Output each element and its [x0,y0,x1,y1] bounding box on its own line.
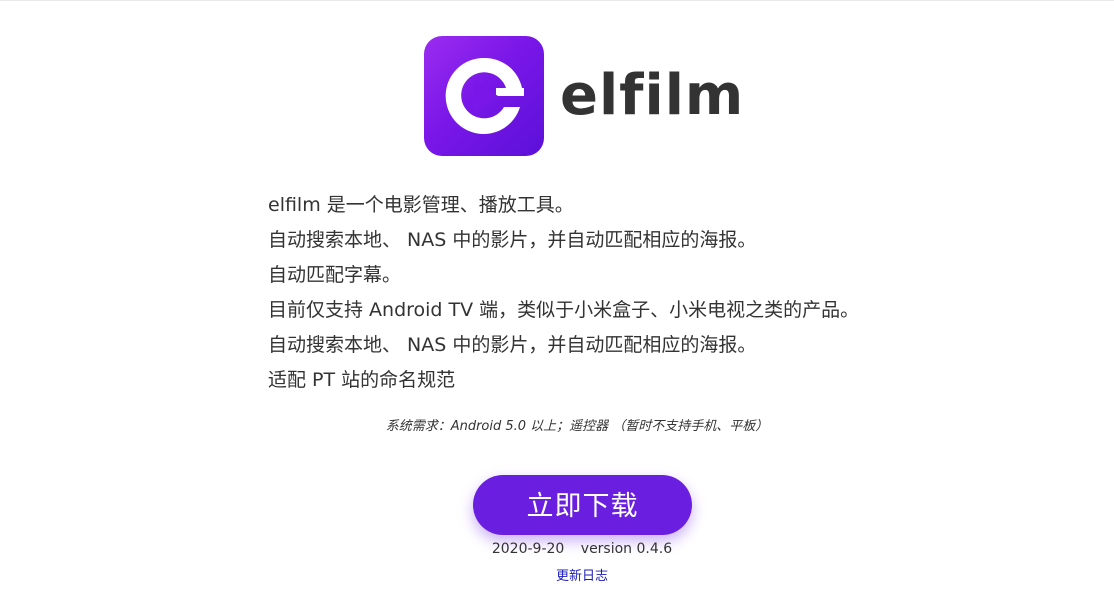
system-requirements: 系统需求：Android 5.0 以上；遥控器 （暂时不支持手机、平板） [385,419,769,434]
description-line: 自动匹配字幕。 [268,264,402,286]
download-button[interactable]: 立即下载 [473,475,692,535]
app-description: elfilm 是一个电影管理、播放工具。 自动搜索本地、 NAS 中的影片，并自… [268,188,948,398]
release-date: 2020-9-20 [491,541,565,557]
description-line: 适配 PT 站的命名规范 [268,369,456,391]
release-version: version 0.4.6 [580,541,673,557]
app-name: elfilm [560,63,745,128]
description-line: 自动搜索本地、 NAS 中的影片，并自动匹配相应的海报。 [268,229,757,251]
top-divider [0,0,1114,1]
release-info: 2020-9-20 version 0.4.6 [0,541,1114,557]
description-line: 自动搜索本地、 NAS 中的影片，并自动匹配相应的海报。 [268,334,757,356]
changelog-link[interactable]: 更新日志 [0,565,1114,584]
elfilm-logo-icon [424,36,544,156]
description-line: elfilm 是一个电影管理、播放工具。 [268,194,574,216]
app-header: elfilm [424,36,744,156]
description-line: 目前仅支持 Android TV 端，类似于小米盒子、小米电视之类的产品。 [268,299,860,321]
